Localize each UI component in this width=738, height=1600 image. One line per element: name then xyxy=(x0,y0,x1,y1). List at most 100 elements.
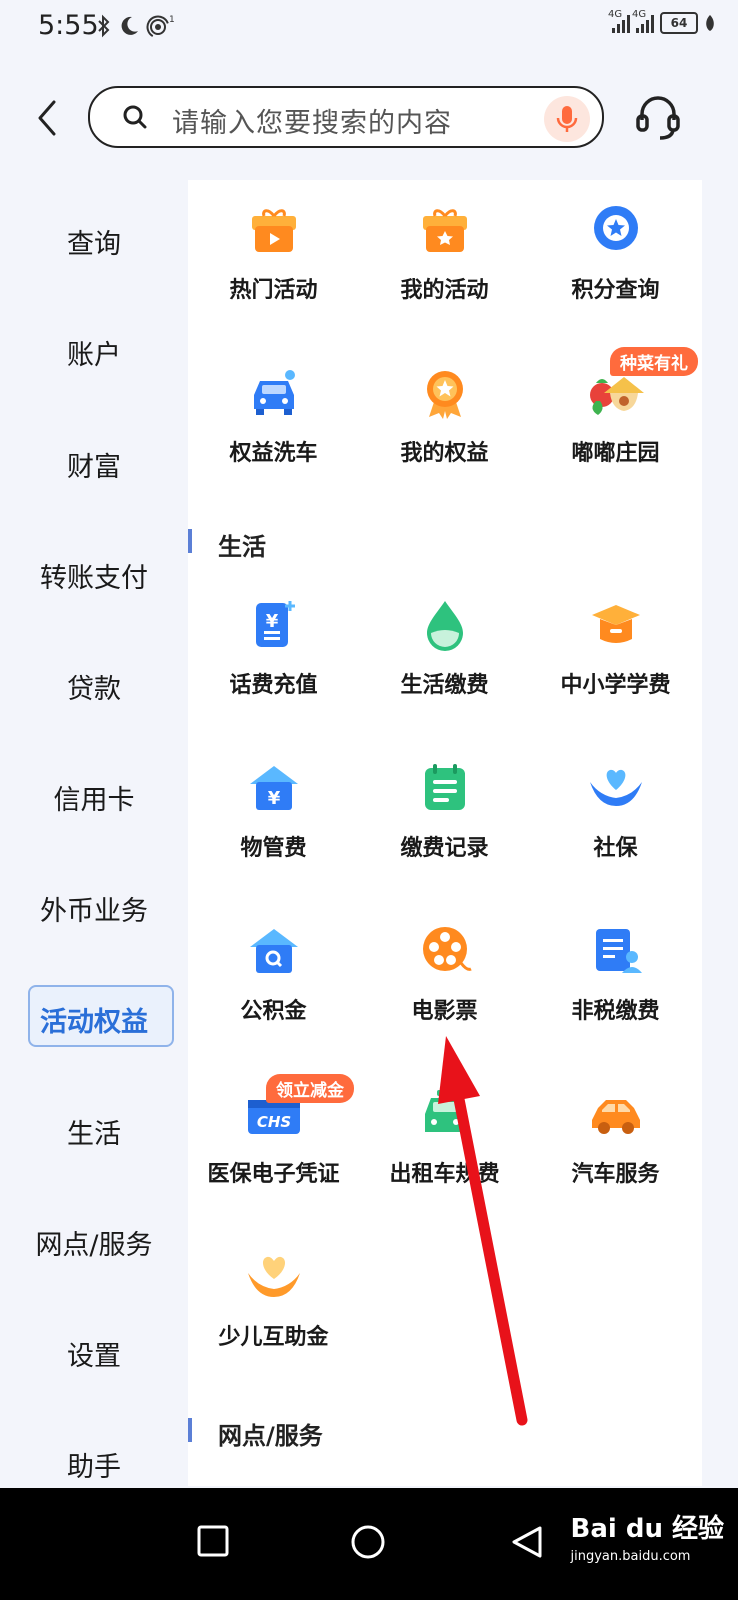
sidebar-item-branch-service[interactable]: 网点/服务 xyxy=(0,1223,188,1262)
medal-icon xyxy=(417,365,473,421)
gift-star-icon xyxy=(417,202,473,258)
grid-item-school-tuition[interactable]: 中小学学费 xyxy=(530,597,701,699)
grid-item-label: 非税缴费 xyxy=(571,999,660,1024)
grid-item-label: 权益洗车 xyxy=(229,441,318,466)
sidebar-item-loan[interactable]: 贷款 xyxy=(0,667,188,706)
svg-text:1: 1 xyxy=(169,15,175,25)
grid-item-label: 嘟嘟庄园 xyxy=(571,441,660,466)
sidebar-item-activities[interactable]: 活动权益 xyxy=(0,1000,188,1039)
grid-item-label: 汽车服务 xyxy=(571,1162,660,1187)
battery-icon: 64 xyxy=(660,12,698,34)
network-type-2: 4G xyxy=(632,9,647,20)
star-badge-icon xyxy=(588,202,644,258)
search-icon xyxy=(123,105,147,129)
taxi-icon xyxy=(417,1086,473,1142)
grid-item-label: 医保电子凭证 xyxy=(207,1162,340,1187)
voice-search-button[interactable] xyxy=(544,96,590,142)
house-yuan-icon: ¥ xyxy=(246,760,302,816)
grid-item-utility-payment[interactable]: 生活缴费 xyxy=(359,597,530,699)
grid-item-non-tax-payment[interactable]: 非税缴费 xyxy=(530,923,701,1025)
grid-item-label: 物管费 xyxy=(240,836,307,861)
sidebar-item-transfer[interactable]: 转账支付 xyxy=(0,556,188,595)
grid-item-movie-tickets[interactable]: 电影票 xyxy=(359,923,530,1025)
grid-item-label: 中小学学费 xyxy=(560,673,671,698)
water-drop-icon xyxy=(417,597,473,653)
moon-icon xyxy=(121,16,138,35)
hotspot-icon: 1 xyxy=(146,15,175,38)
grid-item-label: 我的权益 xyxy=(400,441,489,466)
film-reel-icon xyxy=(417,923,473,979)
grid-item-label: 电影票 xyxy=(411,999,478,1024)
back-arrow-icon[interactable] xyxy=(30,98,66,138)
section-title-text: 网点/服务 xyxy=(218,1422,323,1450)
status-bar: 5:55 1 4G 4G 64 xyxy=(0,0,738,56)
grid-item-car-services[interactable]: 汽车服务 xyxy=(530,1086,701,1188)
section-marker xyxy=(188,529,192,553)
section-title-branch-service: 网点/服务 xyxy=(188,1416,408,1450)
search-input[interactable]: 请输入您要搜索的内容 xyxy=(172,101,452,140)
promo-badge: 领立减金 xyxy=(266,1074,354,1103)
grid-item-car-wash[interactable]: 权益洗车 xyxy=(188,365,359,467)
car-wash-icon xyxy=(246,365,302,421)
bluetooth-icon xyxy=(98,14,110,38)
grid-item-my-rights[interactable]: 我的权益 xyxy=(359,365,530,467)
watermark: Bai du 经验 jingyan.baidu.com xyxy=(571,1508,725,1564)
sidebar-item-settings[interactable]: 设置 xyxy=(0,1334,188,1373)
graduation-cap-icon xyxy=(588,597,644,653)
back-button[interactable] xyxy=(510,1524,544,1560)
gift-play-icon xyxy=(246,202,302,258)
grid-item-taxi-fee[interactable]: 出租车规费 xyxy=(359,1086,530,1188)
grid-item-hot-activities[interactable]: 热门活动 xyxy=(188,202,359,304)
grid-item-housing-fund[interactable]: 公积金 xyxy=(188,923,359,1025)
network-type-1: 4G xyxy=(608,9,623,20)
document-person-icon xyxy=(588,923,644,979)
sidebar-item-query[interactable]: 查询 xyxy=(0,222,188,261)
svg-text:¥: ¥ xyxy=(265,611,278,632)
sidebar-item-assistant[interactable]: 助手 xyxy=(0,1445,188,1484)
search-bar[interactable]: 请输入您要搜索的内容 xyxy=(88,86,604,148)
leaf-icon xyxy=(706,15,714,31)
grid-item-social-security[interactable]: 社保 xyxy=(530,760,701,862)
grid-item-label: 积分查询 xyxy=(571,278,660,303)
grid-item-label: 公积金 xyxy=(240,999,307,1024)
grid-item-label: 热门活动 xyxy=(229,278,318,303)
section-title-life: 生活 xyxy=(188,527,388,561)
child-hands-icon xyxy=(246,1249,302,1305)
svg-text:¥: ¥ xyxy=(267,788,280,809)
sidebar-item-life[interactable]: 生活 xyxy=(0,1112,188,1151)
phone-topup-icon: ¥ xyxy=(246,597,302,653)
sidebar-item-account[interactable]: 账户 xyxy=(0,333,188,372)
grid-item-label: 出租车规费 xyxy=(389,1162,500,1187)
content-panel: 热门活动 我的活动 积分查询 权益洗车 我的权益 嘟嘟庄园 种菜有礼 生活 ¥ … xyxy=(188,180,702,1486)
battery-level: 64 xyxy=(670,16,688,30)
customer-service-icon[interactable] xyxy=(632,92,684,144)
notebook-icon xyxy=(417,760,473,816)
signal-1: 4G xyxy=(608,9,630,33)
grid-item-my-activities[interactable]: 我的活动 xyxy=(359,202,530,304)
chs-card-text: CHS xyxy=(256,1113,290,1131)
sidebar-item-foreign-currency[interactable]: 外币业务 xyxy=(0,889,188,928)
grid-item-points-query[interactable]: 积分查询 xyxy=(530,202,701,304)
sidebar-item-credit-card[interactable]: 信用卡 xyxy=(0,778,188,817)
grid-item-property-fee[interactable]: ¥ 物管费 xyxy=(188,760,359,862)
recent-apps-button[interactable] xyxy=(196,1524,230,1558)
watermark-brand: Bai du 经验 xyxy=(570,1514,725,1544)
home-button[interactable] xyxy=(350,1524,386,1560)
system-nav-bar: Bai du 经验 jingyan.baidu.com xyxy=(0,1488,738,1600)
grid-item-label: 社保 xyxy=(593,836,638,861)
car-icon xyxy=(588,1086,644,1142)
grid-item-dudu-farm[interactable]: 嘟嘟庄园 xyxy=(530,365,701,467)
section-marker xyxy=(188,1418,192,1442)
grid-item-label: 缴费记录 xyxy=(400,836,489,861)
grid-item-payment-records[interactable]: 缴费记录 xyxy=(359,760,530,862)
sidebar-item-wealth[interactable]: 财富 xyxy=(0,445,188,484)
promo-badge: 种菜有礼 xyxy=(610,347,698,376)
hands-heart-icon xyxy=(588,760,644,816)
house-search-icon xyxy=(246,923,302,979)
signal-2: 4G xyxy=(632,9,654,33)
grid-item-phone-topup[interactable]: ¥ 话费充值 xyxy=(188,597,359,699)
grid-item-label: 我的活动 xyxy=(400,278,489,303)
grid-item-label: 话费充值 xyxy=(229,673,318,698)
grid-item-child-mutual-aid[interactable]: 少儿互助金 xyxy=(188,1249,359,1351)
status-icons-right: 4G 4G 64 xyxy=(608,9,716,34)
